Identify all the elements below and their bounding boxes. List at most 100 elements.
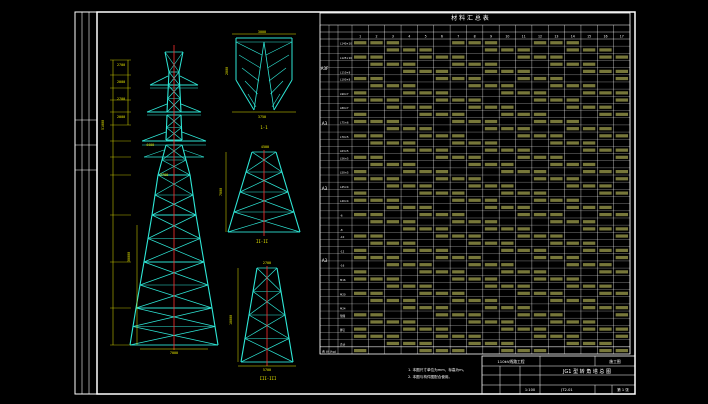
brace-member <box>139 261 205 286</box>
table-value-mark <box>566 162 579 167</box>
table-value-mark <box>599 248 612 252</box>
table-row-label: L140×10 <box>340 42 352 46</box>
table-value-mark <box>550 212 563 217</box>
table-value-mark <box>615 134 628 138</box>
table-value-mark <box>566 334 579 338</box>
brace-member <box>244 338 294 363</box>
table-value-mark <box>615 291 628 295</box>
brace-member <box>143 261 209 286</box>
table-value-mark <box>566 84 579 88</box>
table-value-mark <box>615 248 628 252</box>
table-value-mark <box>566 220 579 224</box>
table-value-mark <box>419 348 432 353</box>
table-value-mark <box>484 220 498 224</box>
table-value-mark <box>517 248 530 252</box>
brace-member <box>143 238 201 263</box>
table-value-mark <box>599 291 612 295</box>
table-value-mark <box>354 198 367 202</box>
table-value-mark <box>452 177 465 181</box>
table-value-mark <box>533 327 547 331</box>
table-value-mark <box>435 234 449 238</box>
table-value-mark <box>370 198 383 202</box>
table-value-mark <box>419 341 432 346</box>
table-value-mark <box>615 98 628 102</box>
table-value-mark <box>517 191 530 195</box>
table-value-mark <box>468 84 481 88</box>
table-value-mark <box>484 205 498 210</box>
cad-drawing-canvas: 1 2 3 4 5 6 7 8 9 10 11 12 13 14 15 16 17 A3F A3 A3 A3 L140×1… <box>0 0 708 404</box>
table-value-mark <box>370 241 383 245</box>
brace-member <box>245 151 277 173</box>
table-value-mark <box>599 55 612 59</box>
dim-overall-height: 51000 <box>101 120 105 130</box>
table-value-mark <box>615 255 628 260</box>
table-value-mark <box>484 241 498 245</box>
table-value-mark <box>501 270 514 274</box>
table-value-mark <box>582 127 596 131</box>
table-value-mark <box>566 177 579 181</box>
table-value-mark <box>599 284 612 288</box>
table-value-mark <box>484 320 498 324</box>
table-value-mark <box>468 198 481 202</box>
table-value-mark <box>484 62 498 66</box>
table-value-mark <box>517 313 530 317</box>
table-value-mark <box>419 112 432 116</box>
table-value-mark <box>386 177 400 181</box>
table-value-mark <box>550 334 563 338</box>
project-name: 110kV线路工程 <box>497 359 524 364</box>
table-value-mark <box>419 48 432 52</box>
table-value-mark <box>582 141 596 145</box>
table-value-mark <box>354 313 367 317</box>
table-value-mark <box>599 306 612 310</box>
table-value-mark <box>370 298 383 303</box>
table-value-mark <box>419 270 432 274</box>
table-value-mark <box>501 184 514 188</box>
table-value-mark <box>370 55 383 59</box>
title-block: 110kV线路工程 施工图 JG1 型 转 角 塔 总 图 1:100 JT2-… <box>481 355 636 395</box>
sec2-dim-height: 7000 <box>219 188 223 196</box>
cross-arm <box>179 75 199 86</box>
table-value-mark <box>484 148 498 152</box>
table-value-mark <box>419 134 432 138</box>
table-value-mark <box>452 134 465 138</box>
table-value-mark <box>370 212 383 217</box>
table-value-mark <box>582 184 596 188</box>
table-value-mark <box>370 98 383 102</box>
dim-top-3: 2700 <box>117 97 125 101</box>
table-value-mark <box>403 220 416 224</box>
table-value-mark <box>419 284 432 288</box>
table-value-mark <box>484 306 498 310</box>
table-value-mark <box>354 41 367 45</box>
table-value-mark <box>484 263 498 267</box>
table-value-mark <box>517 69 530 74</box>
table-value-mark <box>517 348 530 353</box>
table-value-mark <box>354 348 367 353</box>
table-value-mark <box>533 41 547 45</box>
brace-member <box>248 291 282 316</box>
table-value-mark <box>517 284 530 288</box>
table-value-mark <box>403 148 416 152</box>
sec3-dim-height: 10000 <box>229 315 233 325</box>
table-value-mark <box>452 191 465 195</box>
dim-lower-height: 30000 <box>127 252 131 262</box>
table-value-mark <box>403 263 416 267</box>
table-value-mark <box>550 141 563 145</box>
brace-member <box>135 307 216 327</box>
table-value-mark <box>484 69 498 74</box>
tower-elevation <box>110 45 219 350</box>
table-value-mark <box>354 91 367 95</box>
table-value-mark <box>386 41 400 45</box>
sec3-dim-bottom: 5700 <box>263 368 271 372</box>
table-value-mark <box>533 98 547 102</box>
table-row-label: L50×5 <box>340 171 349 175</box>
table-value-mark <box>533 212 547 217</box>
table-value-mark <box>517 205 530 210</box>
table-header-cell: 15 <box>587 35 591 39</box>
table-value-mark <box>435 69 449 74</box>
table-value-mark <box>599 191 612 195</box>
table-row-label: L56×5 <box>340 156 349 160</box>
sec2-dim-top: 4500 <box>261 145 269 149</box>
table-value-mark <box>566 341 579 346</box>
brace-member <box>265 41 293 56</box>
brace-member <box>240 338 290 363</box>
